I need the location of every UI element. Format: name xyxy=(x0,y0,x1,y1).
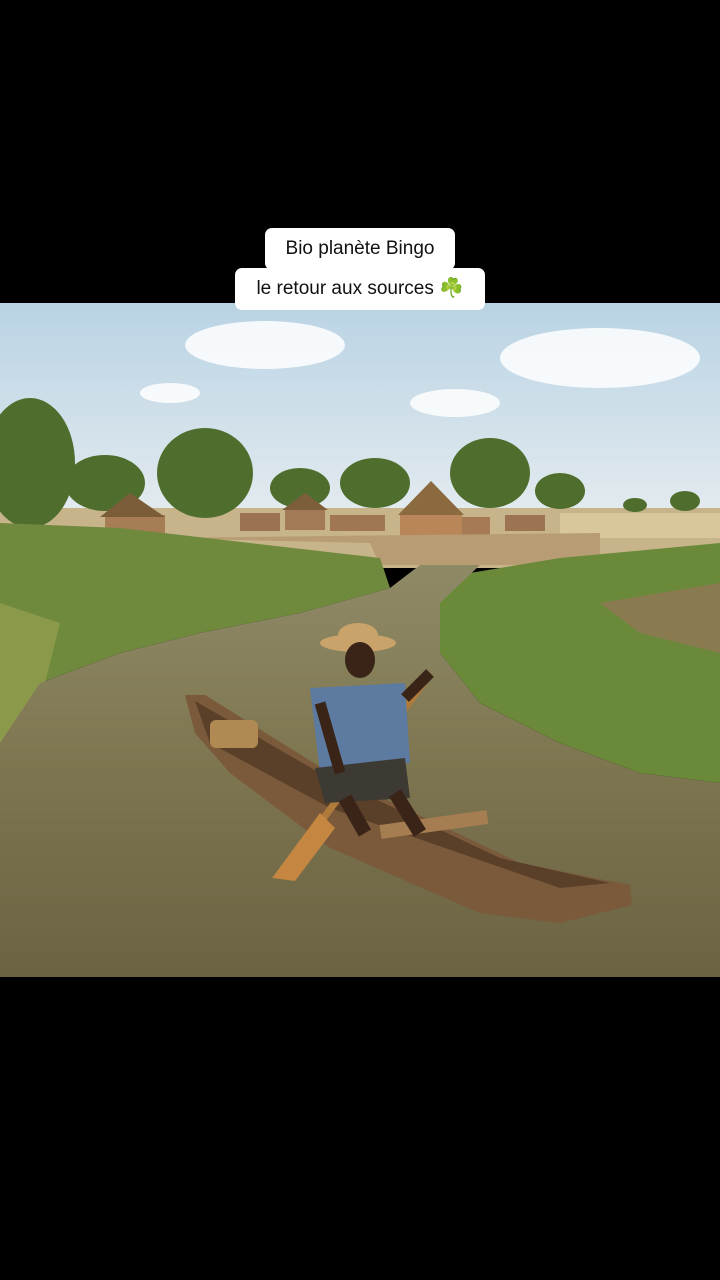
caption-line-2: le retour aux sources ☘️ xyxy=(0,268,720,310)
caption-line-1: Bio planète Bingo xyxy=(0,228,720,270)
caption-text-2: le retour aux sources xyxy=(256,278,434,299)
caption-pill-1: Bio planète Bingo xyxy=(264,228,456,270)
caption-pill-2: le retour aux sources ☘️ xyxy=(235,268,485,310)
caption-text-1: Bio planète Bingo xyxy=(285,238,435,259)
shamrock-icon: ☘️ xyxy=(439,278,464,299)
photo xyxy=(0,303,720,977)
basket xyxy=(210,720,258,748)
river-village-photo xyxy=(0,303,720,977)
